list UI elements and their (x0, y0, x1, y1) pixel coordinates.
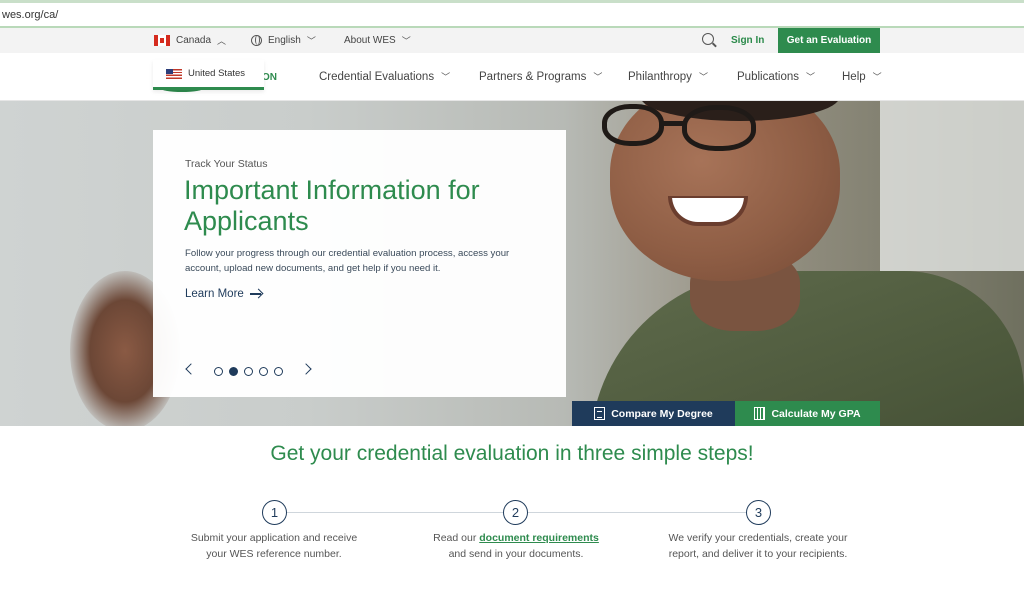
calculate-my-gpa-button[interactable]: Calculate My GPA (735, 401, 880, 426)
step-2-text: Read our document requirements and send … (426, 531, 606, 562)
language-selector[interactable]: English ﹀ (251, 34, 316, 47)
url-text[interactable]: wes.org/ca/ (2, 9, 58, 21)
nav-item-partners-programs[interactable]: Partners & Programs ﹀ (479, 70, 602, 83)
chevron-down-icon: ﹀ (401, 36, 411, 46)
logo-text-fragment[interactable]: ON (262, 72, 277, 83)
nav-item-publications[interactable]: Publications ﹀ (737, 70, 815, 83)
sign-in-link[interactable]: Sign In (731, 35, 764, 46)
nav-item-label: Help (842, 70, 866, 83)
chevron-down-icon: ﹀ (698, 72, 708, 82)
nav-item-label: Philanthropy (628, 70, 692, 83)
carousel-next-button[interactable] (300, 363, 312, 375)
step-1-text: Submit your application and receive your… (190, 532, 358, 560)
canada-flag-icon (154, 35, 170, 46)
hero-card: Track Your Status Important Information … (153, 130, 566, 397)
carousel-dot[interactable] (259, 367, 268, 376)
us-flag-icon (166, 68, 182, 79)
carousel-dot[interactable] (274, 367, 283, 376)
step-connector (528, 512, 746, 513)
learn-more-label: Learn More (185, 288, 244, 300)
hero-title: Important Information for Applicants (184, 175, 480, 236)
calculator-icon (754, 407, 766, 420)
steps-title: Get your credential evaluation in three … (270, 442, 754, 465)
nav-item-label: Credential Evaluations (319, 70, 435, 83)
carousel-dot[interactable] (214, 367, 223, 376)
gpa-label: Calculate My GPA (771, 407, 861, 420)
step-number-3: 3 (746, 500, 771, 525)
chevron-down-icon: ﹀ (806, 72, 816, 82)
glasses-bridge (662, 121, 684, 126)
nav-item-help[interactable]: Help ﹀ (842, 70, 882, 83)
globe-icon (251, 35, 262, 46)
glasses-right-lens (682, 105, 756, 151)
chevron-down-icon: ﹀ (306, 36, 316, 46)
country-dropdown-option-united-states[interactable]: United States (153, 60, 264, 90)
chevron-up-icon: ︿ (217, 36, 227, 46)
carousel-dot[interactable] (244, 367, 253, 376)
learn-more-link[interactable]: Learn More (185, 288, 261, 300)
step-2-text-before: Read our (433, 532, 480, 544)
hero-eyebrow: Track Your Status (185, 158, 268, 170)
nav-item-philanthropy[interactable]: Philanthropy ﹀ (628, 70, 708, 83)
compare-label: Compare My Degree (611, 407, 713, 420)
address-bar[interactable]: wes.org/ca/ (0, 0, 1024, 28)
compare-my-degree-button[interactable]: Compare My Degree (572, 401, 735, 426)
search-icon[interactable] (702, 33, 714, 45)
language-label: English (268, 35, 301, 46)
step-number-1: 1 (262, 500, 287, 525)
carousel-dot-active[interactable] (229, 367, 238, 376)
document-requirements-link[interactable]: document requirements (479, 532, 599, 544)
carousel-dots (214, 367, 283, 376)
chevron-down-icon: ﹀ (872, 72, 882, 82)
hero-description: Follow your progress through our credent… (185, 248, 510, 274)
arrow-right-icon (249, 293, 261, 295)
get-evaluation-button[interactable]: Get an Evaluation (778, 28, 880, 53)
country-selector[interactable]: Canada ︿ (154, 34, 226, 47)
carousel-prev-button[interactable] (185, 363, 197, 375)
chevron-down-icon: ﹀ (593, 72, 603, 82)
nav-item-label: Publications (737, 70, 800, 83)
nav-item-credential-evaluations[interactable]: Credential Evaluations ﹀ (319, 70, 450, 83)
country-label: Canada (176, 35, 212, 46)
compare-document-icon (594, 407, 606, 420)
step-2-text-after: and send in your documents. (448, 547, 584, 560)
country-option-label: United States (188, 68, 246, 79)
nav-item-label: Partners & Programs (479, 70, 587, 83)
step-number-2: 2 (503, 500, 528, 525)
step-connector (286, 512, 503, 513)
step-3-text: We verify your credentials, create your … (668, 532, 848, 560)
about-menu[interactable]: About WES ﹀ (344, 34, 411, 47)
chevron-down-icon: ﹀ (441, 72, 451, 82)
background-window (880, 101, 1024, 271)
about-label: About WES (344, 35, 396, 46)
glasses-left-lens (602, 104, 664, 146)
